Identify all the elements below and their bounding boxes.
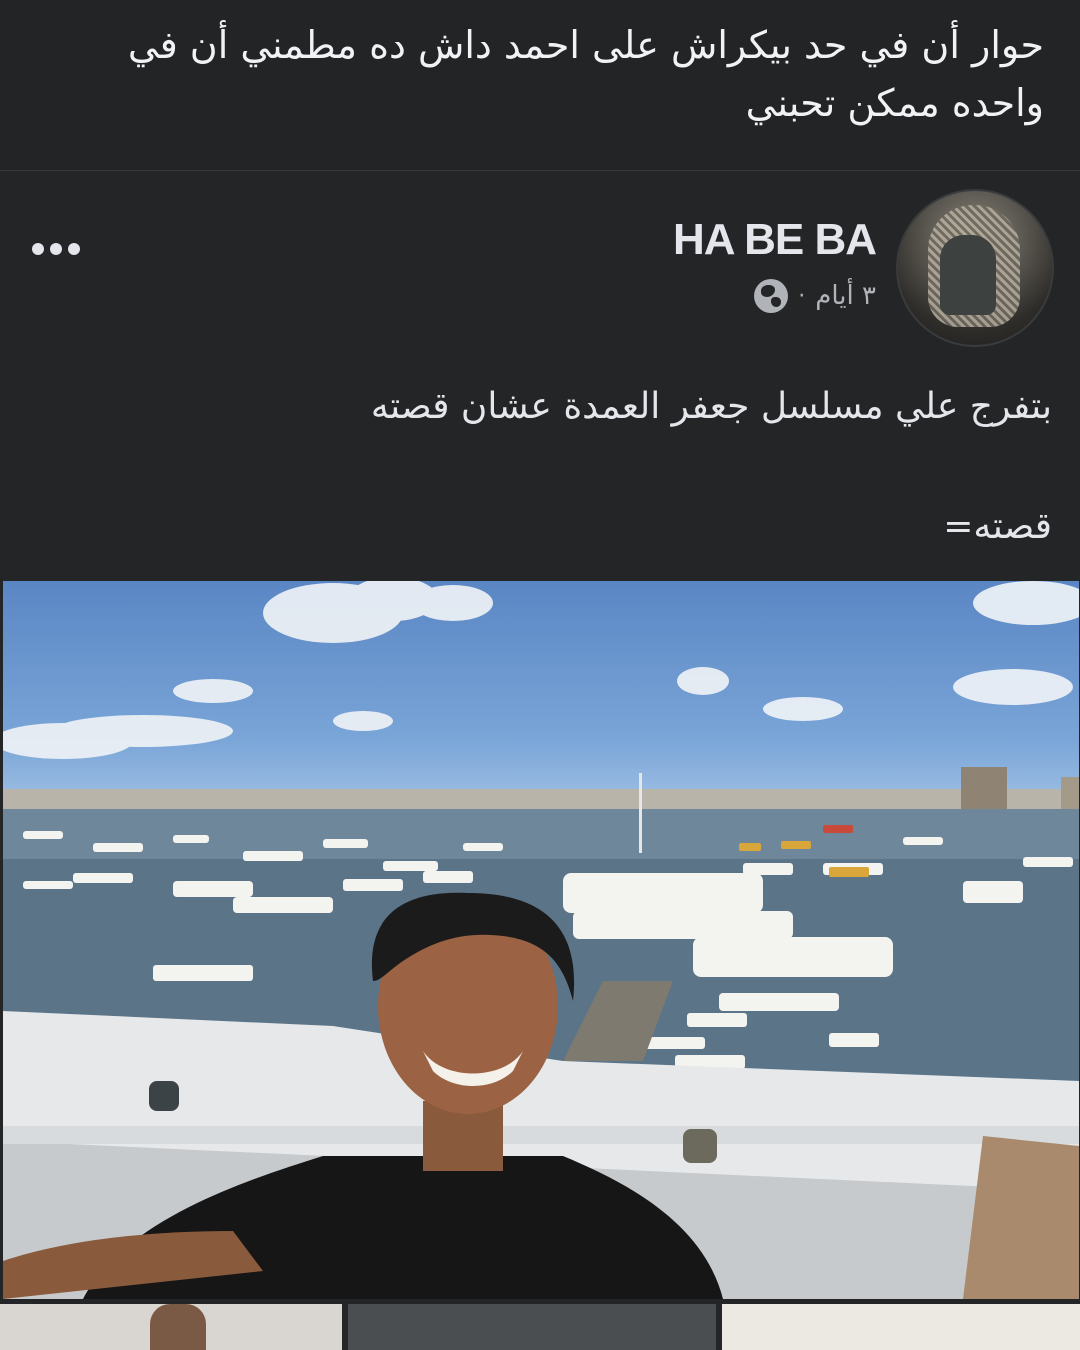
more-options-icon[interactable] [32, 243, 80, 255]
meta-separator: · [798, 283, 806, 309]
shared-caption-bar: حوار أن في حد بيكراش على احمد داش ده مطم… [0, 0, 1080, 171]
post-text-line-1: بتفرج علي مسلسل جعفر العمدة عشان قصته [370, 386, 1052, 427]
photo-thumbnail[interactable] [722, 1304, 1080, 1350]
author-avatar[interactable] [896, 189, 1054, 347]
post-meta: ٣ أيام · [754, 279, 876, 313]
post-text-line-2: قصته= [943, 506, 1052, 547]
photo-thumbnail[interactable] [348, 1304, 716, 1350]
post-photo[interactable] [3, 581, 1079, 1299]
photo-thumbnail[interactable] [0, 1304, 342, 1350]
globe-icon [754, 279, 789, 313]
photo-illustration [3, 581, 1079, 1299]
avatar-person [940, 235, 996, 315]
author-name[interactable]: HA BE BA [673, 215, 877, 265]
post-time[interactable]: ٣ أيام [815, 281, 876, 311]
clouds [3, 581, 1079, 759]
more-photos-strip [0, 1304, 1080, 1350]
facebook-post: HA BE BA ٣ أيام · بتفرج علي مسلسل جعفر ا… [0, 171, 1080, 1350]
caption-text: حوار أن في حد بيكراش على احمد داش ده مطم… [127, 23, 1044, 125]
